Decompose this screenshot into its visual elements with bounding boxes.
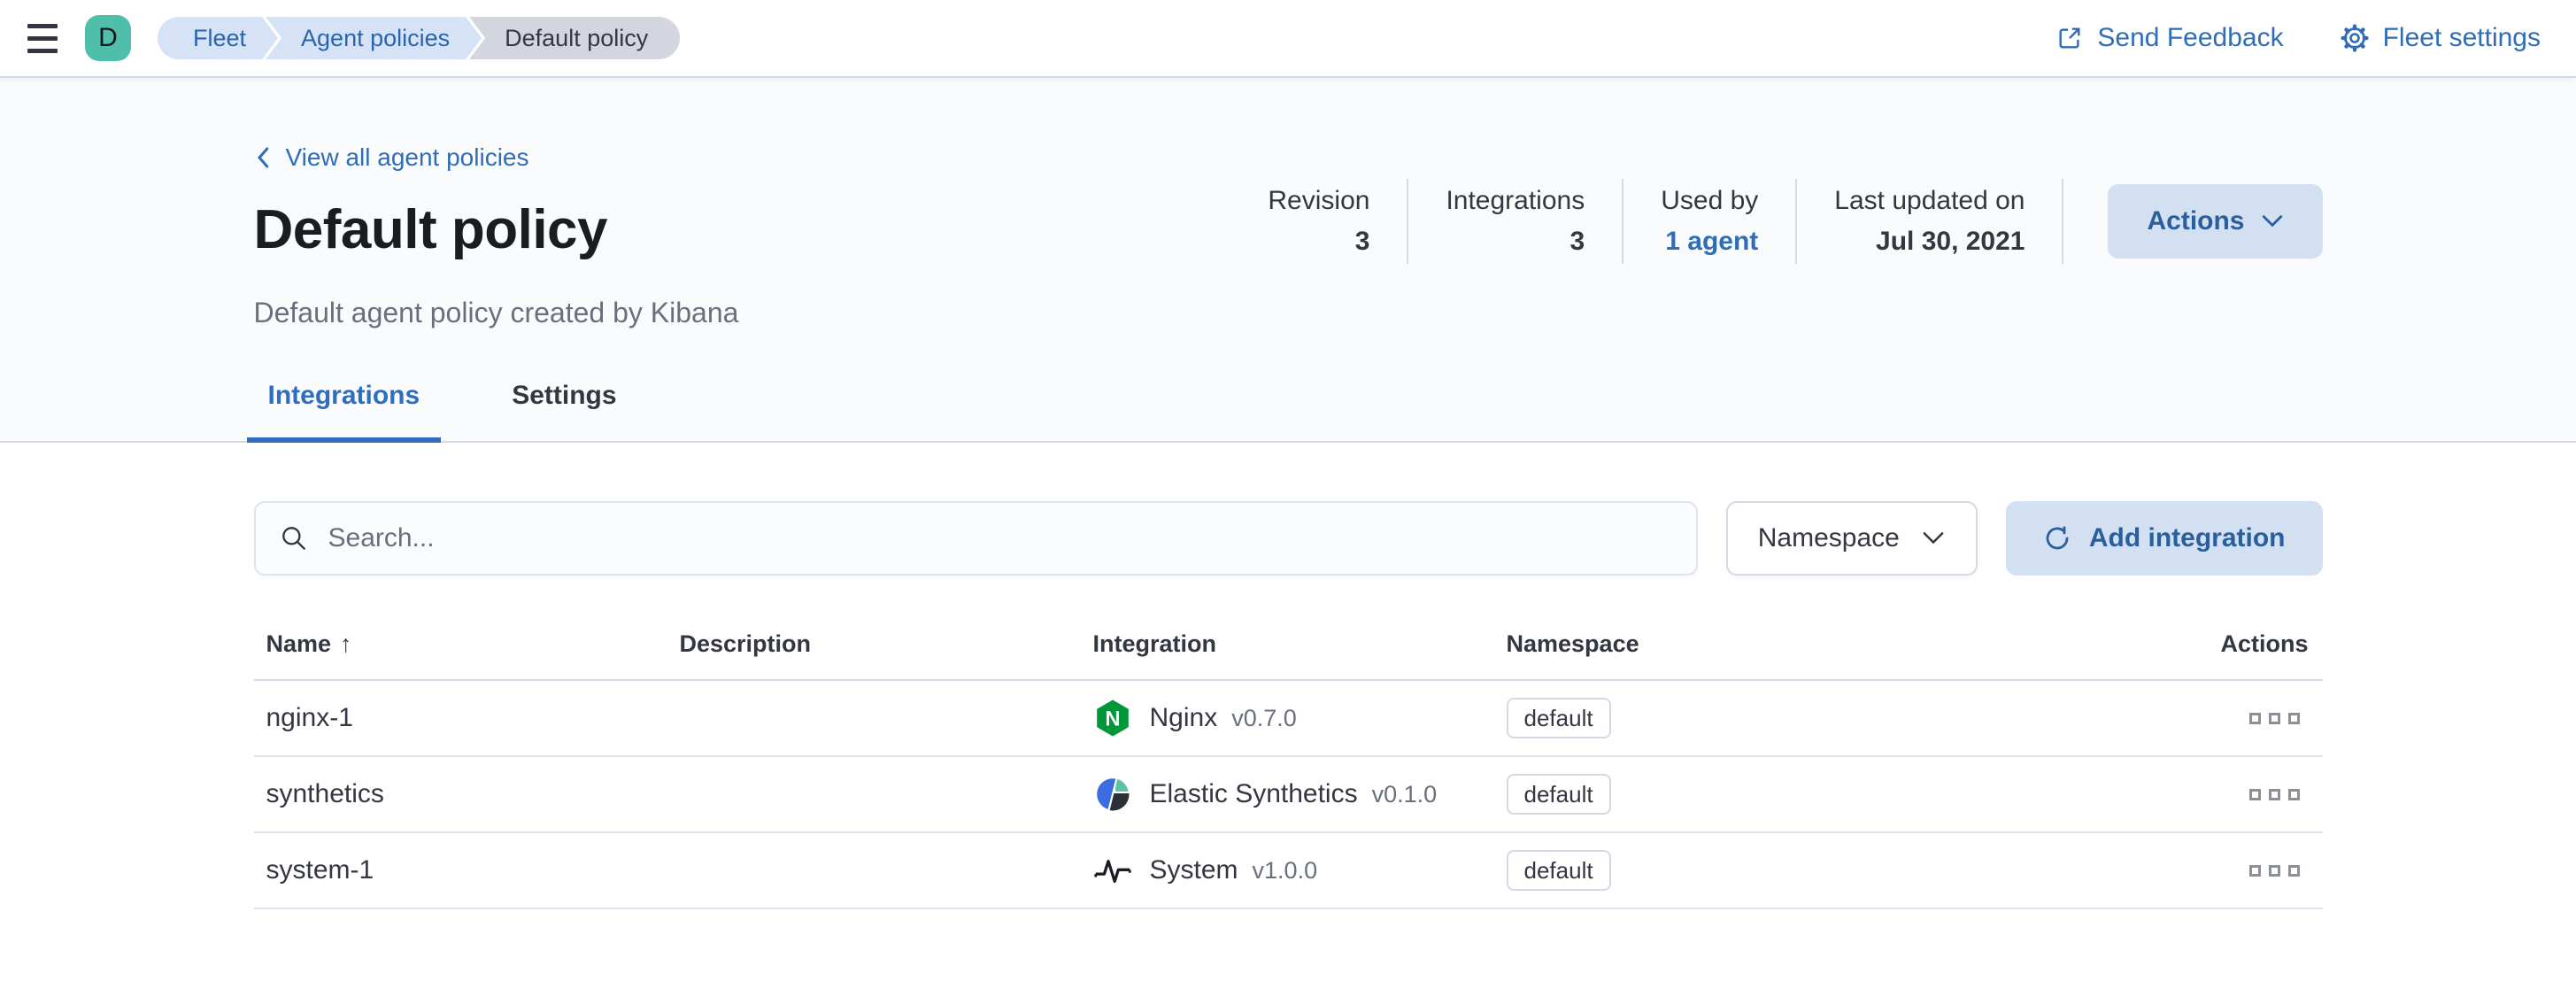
breadcrumb-fleet[interactable]: Fleet — [158, 17, 278, 59]
column-header-name[interactable]: Name ↑ — [254, 630, 667, 658]
integrations-table: Name ↑ Description Integration Namespace… — [254, 630, 2323, 909]
hamburger-menu-icon — [27, 24, 58, 53]
namespace-filter-button[interactable]: Namespace — [1726, 501, 1978, 576]
table-body: nginx-1 N Nginx v0.7.0 default synthetic… — [254, 681, 2323, 909]
column-header-namespace: Namespace — [1494, 630, 2116, 658]
boxes-horizontal-icon — [2249, 865, 2261, 877]
search-box — [254, 501, 1698, 576]
row-actions-button[interactable] — [2241, 856, 2309, 885]
namespace-badge: default — [1507, 774, 1611, 815]
stat-last-updated: Last updated on Jul 30, 2021 — [1797, 179, 2063, 264]
add-integration-button[interactable]: Add integration — [2006, 501, 2323, 576]
table-row: system-1 System v1.0.0 default — [254, 833, 2323, 909]
table-row: nginx-1 N Nginx v0.7.0 default — [254, 681, 2323, 757]
send-feedback-button[interactable]: Send Feedback — [2056, 23, 2283, 53]
stat-revision: Revision 3 — [1230, 179, 1408, 264]
integration-version: v0.1.0 — [1372, 781, 1438, 808]
chevron-left-icon — [254, 144, 274, 171]
search-icon — [279, 523, 309, 553]
policy-stats: Revision 3 Integrations 3 Used by 1 agen… — [1230, 179, 2322, 264]
external-link-icon — [2056, 25, 2083, 51]
row-actions-button[interactable] — [2241, 780, 2309, 809]
view-all-agent-policies-link[interactable]: View all agent policies — [254, 143, 529, 172]
integration-cell[interactable]: System v1.0.0 — [1081, 851, 1494, 890]
actions-button[interactable]: Actions — [2108, 184, 2322, 259]
refresh-icon — [2043, 524, 2071, 553]
page-subtitle: Default agent policy created by Kibana — [254, 297, 1231, 329]
fleet-settings-button[interactable]: Fleet settings — [2341, 23, 2541, 53]
sort-ascending-icon: ↑ — [340, 630, 352, 658]
breadcrumb-agent-policies[interactable]: Agent policies — [266, 17, 482, 59]
menu-button[interactable] — [0, 0, 85, 76]
space-avatar[interactable]: D — [85, 15, 131, 61]
elastic-synthetics-icon — [1093, 775, 1132, 814]
column-header-description: Description — [667, 630, 1081, 658]
tab-integrations[interactable]: Integrations — [247, 381, 442, 443]
boxes-horizontal-icon — [2249, 713, 2261, 724]
svg-text:N: N — [1105, 707, 1120, 730]
chevron-down-icon — [1921, 530, 1946, 546]
breadcrumb-default-policy: Default policy — [469, 17, 680, 59]
integration-policy-name: synthetics — [254, 779, 667, 809]
gear-icon — [2341, 24, 2369, 52]
system-icon — [1093, 851, 1132, 890]
search-input[interactable] — [328, 523, 1673, 553]
column-header-actions: Actions — [2116, 630, 2323, 658]
page-title: Default policy — [254, 198, 1231, 261]
table-header-row: Name ↑ Description Integration Namespace… — [254, 630, 2323, 681]
used-by-agents-link[interactable]: 1 agent — [1661, 227, 1758, 257]
integrations-panel: Namespace Add integration Name ↑ D — [254, 501, 2323, 909]
top-navigation-bar: D Fleet Agent policies Default policy Se… — [0, 0, 2576, 78]
policy-tabs: Integrations Settings — [254, 381, 2323, 441]
namespace-badge: default — [1507, 698, 1611, 738]
breadcrumb: Fleet Agent policies Default policy — [158, 17, 680, 59]
integration-policy-name: nginx-1 — [254, 703, 667, 733]
policy-page-header: View all agent policies Default policy D… — [0, 78, 2576, 443]
chevron-down-icon — [2261, 213, 2284, 229]
nginx-icon: N — [1093, 699, 1132, 738]
stat-integrations: Integrations 3 — [1408, 179, 1623, 264]
boxes-horizontal-icon — [2249, 789, 2261, 800]
stat-used-by: Used by 1 agent — [1623, 179, 1797, 264]
integration-cell[interactable]: Elastic Synthetics v0.1.0 — [1081, 775, 1494, 814]
row-actions-button[interactable] — [2241, 704, 2309, 733]
tab-settings[interactable]: Settings — [490, 381, 637, 443]
integration-policy-name: system-1 — [254, 855, 667, 885]
namespace-badge: default — [1507, 850, 1611, 891]
integration-cell[interactable]: N Nginx v0.7.0 — [1081, 699, 1494, 738]
column-header-integration: Integration — [1081, 630, 1494, 658]
integration-version: v0.7.0 — [1231, 705, 1297, 732]
table-row: synthetics Elastic Synthetics v0.1.0 def… — [254, 757, 2323, 833]
integration-version: v1.0.0 — [1253, 857, 1318, 885]
